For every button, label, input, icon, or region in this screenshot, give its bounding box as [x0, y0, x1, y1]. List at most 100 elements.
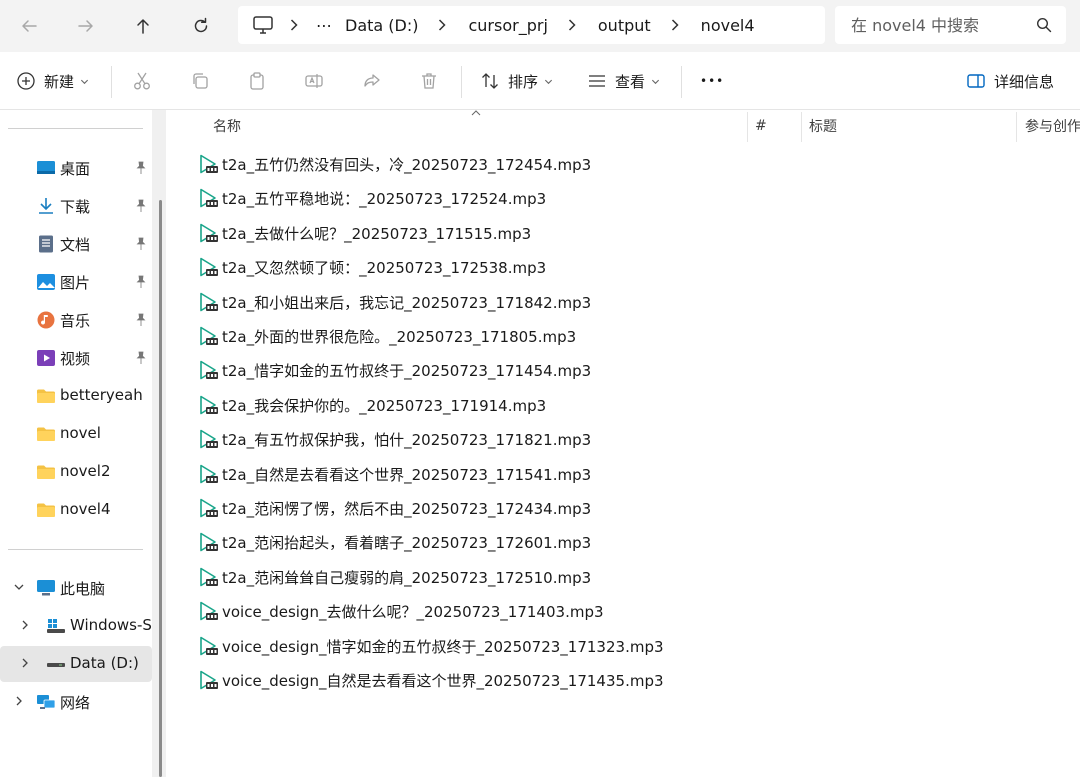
more-options-button[interactable]: ••• [700, 66, 724, 96]
file-name: t2a_和小姐出来后，我忘记_20250723_171842.mp3 [222, 292, 591, 313]
file-row[interactable]: t2a_又忽然顿了顿：_20250723_172538.mp3 [195, 252, 795, 282]
pin-icon[interactable] [134, 275, 148, 289]
view-button[interactable]: 查看 [587, 66, 660, 96]
paste-button[interactable] [247, 66, 267, 96]
file-row[interactable]: voice_design_惜字如金的五竹叔终于_20250723_171323.… [195, 631, 795, 661]
folder-icon [36, 463, 56, 481]
sidebar-scrollbar-thumb[interactable] [159, 200, 162, 777]
sidebar-item-pictures[interactable]: 图片 [0, 264, 152, 300]
up-button[interactable] [123, 6, 163, 46]
forward-button[interactable] [66, 6, 106, 46]
scissors-icon [132, 71, 152, 91]
sidebar-item-music[interactable]: 音乐 [0, 302, 152, 338]
file-name: t2a_范闲抬起头，看着瞎子_20250723_172601.mp3 [222, 532, 591, 553]
sidebar-item-label: novel2 [60, 462, 111, 480]
view-label: 查看 [615, 71, 645, 92]
chevron-right-icon[interactable] [14, 696, 24, 706]
details-pane-label: 详细信息 [994, 71, 1054, 92]
share-button[interactable] [362, 66, 382, 96]
sidebar-item-downloads[interactable]: 下载 [0, 188, 152, 224]
delete-button[interactable] [419, 66, 439, 96]
column-header-contributing-artist[interactable]: 参与创作的艺术家 [1025, 110, 1080, 142]
sidebar-item-this-pc[interactable]: 此电脑 [0, 570, 152, 606]
pin-icon[interactable] [134, 313, 148, 327]
column-divider[interactable] [1016, 112, 1017, 142]
file-row[interactable]: t2a_范闲耸耸自己瘦弱的肩_20250723_172510.mp3 [195, 562, 795, 592]
details-pane-button[interactable]: 详细信息 [966, 66, 1054, 96]
sidebar-item-data-d[interactable]: Data (D:) [0, 646, 152, 682]
audio-file-icon [197, 325, 219, 347]
sidebar-item-label: 网络 [60, 692, 90, 713]
search-box[interactable] [835, 6, 1066, 44]
breadcrumb-cursor-prj[interactable]: cursor_prj [468, 16, 547, 35]
sidebar-item-windows-ssd[interactable]: Windows-SSD [0, 608, 152, 644]
pin-icon[interactable] [134, 237, 148, 251]
refresh-button[interactable] [181, 6, 221, 46]
file-row[interactable]: voice_design_自然是去看看这个世界_20250723_171435.… [195, 665, 795, 695]
sidebar-item-novel2[interactable]: novel2 [0, 454, 152, 490]
sidebar-item-videos[interactable]: 视频 [0, 340, 152, 376]
breadcrumb-novel4[interactable]: novel4 [701, 16, 755, 35]
more-options-label: ••• [700, 74, 724, 88]
file-row[interactable]: voice_design_去做什么呢？_20250723_171403.mp3 [195, 596, 795, 626]
file-name: t2a_外面的世界很危险。_20250723_171805.mp3 [222, 326, 576, 347]
sidebar-item-novel4[interactable]: novel4 [0, 492, 152, 528]
file-row[interactable]: t2a_五竹平稳地说：_20250723_172524.mp3 [195, 183, 795, 213]
arrow-left-icon [19, 16, 39, 36]
file-row[interactable]: t2a_自然是去看看这个世界_20250723_171541.mp3 [195, 459, 795, 489]
audio-file-icon [197, 291, 219, 313]
file-row[interactable]: t2a_外面的世界很危险。_20250723_171805.mp3 [195, 321, 795, 351]
search-input[interactable] [851, 16, 1021, 35]
column-header-number[interactable]: # [755, 110, 805, 142]
search-icon[interactable] [1036, 17, 1052, 33]
audio-file-icon [197, 531, 219, 553]
file-name: t2a_去做什么呢？_20250723_171515.mp3 [222, 223, 531, 244]
sort-icon [480, 71, 500, 91]
chevron-down-icon[interactable] [14, 582, 24, 592]
cut-button[interactable] [132, 66, 152, 96]
pin-icon[interactable] [134, 351, 148, 365]
windows-drive-icon [46, 617, 66, 635]
column-header-title[interactable]: 标题 [809, 110, 1009, 142]
column-divider[interactable] [747, 112, 748, 142]
file-name: voice_design_去做什么呢？_20250723_171403.mp3 [222, 601, 604, 622]
sidebar-item-label: Data (D:) [70, 654, 139, 672]
chevron-right-icon[interactable] [20, 620, 30, 630]
sidebar-item-documents[interactable]: 文档 [0, 226, 152, 262]
this-pc-icon [252, 15, 274, 35]
breadcrumb-data-d[interactable]: Data (D:) [345, 16, 418, 35]
sort-button[interactable]: 排序 [480, 66, 553, 96]
column-divider[interactable] [801, 112, 802, 142]
chevron-right-icon [290, 19, 300, 31]
chevron-down-icon [651, 77, 660, 86]
file-row[interactable]: t2a_有五竹叔保护我，怕什_20250723_171821.mp3 [195, 424, 795, 454]
file-row[interactable]: t2a_和小姐出来后，我忘记_20250723_171842.mp3 [195, 287, 795, 317]
rename-button[interactable] [304, 66, 324, 96]
file-row[interactable]: t2a_我会保护你的。_20250723_171914.mp3 [195, 390, 795, 420]
back-button[interactable] [9, 6, 49, 46]
breadcrumb-output[interactable]: output [598, 16, 651, 35]
file-row[interactable]: t2a_五竹仍然没有回头，冷_20250723_172454.mp3 [195, 149, 795, 179]
copy-button[interactable] [190, 66, 210, 96]
file-row[interactable]: t2a_范闲抬起头，看着瞎子_20250723_172601.mp3 [195, 527, 795, 557]
audio-file-icon [197, 153, 219, 175]
sidebar-item-desktop[interactable]: 桌面 [0, 150, 152, 186]
sidebar-item-network[interactable]: 网络 [0, 684, 152, 720]
chevron-right-icon[interactable] [20, 658, 30, 668]
folder-icon [36, 425, 56, 443]
sidebar-item-label: 下载 [60, 196, 90, 217]
file-row[interactable]: t2a_惜字如金的五竹叔终于_20250723_171454.mp3 [195, 355, 795, 385]
file-row[interactable]: t2a_范闲愣了愣，然后不由_20250723_172434.mp3 [195, 493, 795, 523]
sidebar-item-betteryeah[interactable]: betteryeah [0, 378, 152, 414]
arrow-right-icon [76, 16, 96, 36]
column-header-name[interactable]: 名称 [213, 110, 743, 142]
details-pane-icon [966, 71, 986, 91]
new-button[interactable]: 新建 [16, 66, 89, 96]
file-name: t2a_范闲愣了愣，然后不由_20250723_172434.mp3 [222, 498, 591, 519]
pin-icon[interactable] [134, 161, 148, 175]
address-bar[interactable]: ⋯ Data (D:) cursor_prj output novel4 [238, 6, 825, 44]
pin-icon[interactable] [134, 199, 148, 213]
breadcrumb-overflow[interactable]: ⋯ [316, 16, 333, 35]
sidebar-item-novel[interactable]: novel [0, 416, 152, 452]
file-row[interactable]: t2a_去做什么呢？_20250723_171515.mp3 [195, 218, 795, 248]
